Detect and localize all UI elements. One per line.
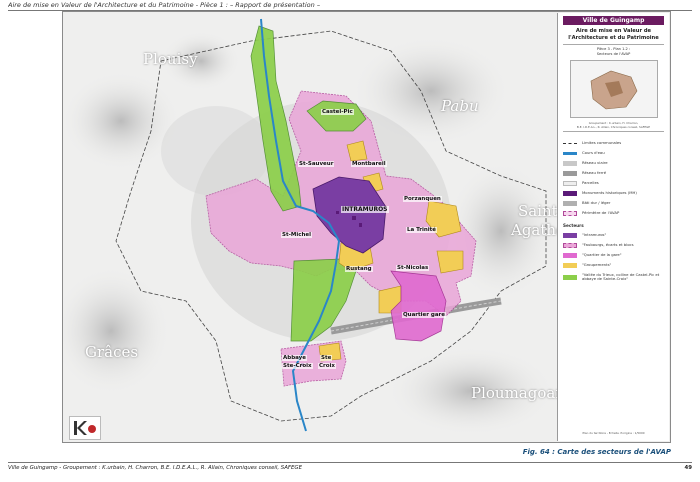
k-logo-icon	[74, 421, 96, 435]
legend-swatch	[563, 242, 577, 248]
legend-label: Bâti dur / léger	[582, 200, 611, 206]
legend-item: Parcelles	[563, 178, 664, 188]
map-canvas	[63, 12, 558, 442]
legend-subtitle: Aire de mise en Valeur de	[575, 28, 652, 34]
sector-label: Abbaye	[282, 355, 307, 361]
legend-credit: B.E. I.D.E.A.L., R. Allain, Chroniques c…	[576, 124, 651, 129]
sector-label: Ste-Croix	[282, 363, 313, 369]
page-header: Aire de mise en Valeur de l'Architecture…	[8, 1, 692, 11]
locator-map-icon	[570, 61, 657, 117]
legend-scale: Plan du territoire - Echelle d'origine :…	[582, 431, 645, 435]
logo	[69, 416, 101, 440]
sector-label: La Trinité	[406, 227, 438, 233]
legend-sector: "Faubourgs, écarts et blocs	[563, 240, 664, 250]
sector-label: St-Michel	[281, 232, 313, 238]
legend-item: Périmètre de l'AVAP	[563, 208, 664, 218]
legend-swatch	[563, 190, 577, 196]
sector-label: St-Nicolas	[396, 265, 430, 271]
legend-panel: Ville de Guingamp Aire de mise en Valeur…	[557, 13, 669, 441]
sector-label: St-Sauveur	[298, 161, 335, 167]
legend-label: "Quartier de la gare"	[582, 252, 622, 258]
legend-label: Réseau viaire	[582, 160, 608, 166]
legend-sector: "Vallée du Trieux, colline de Castel-Pic…	[563, 270, 664, 284]
legend-label: "Intramuros"	[582, 232, 607, 238]
legend-item: Cours d'eau	[563, 148, 664, 158]
page-number: 49	[684, 465, 692, 471]
page-footer: Ville de Guingamp - Groupement : K.urbai…	[8, 462, 692, 471]
legend-item: Bâti dur / léger	[563, 198, 664, 208]
legend-swatch	[563, 142, 577, 144]
locator-map	[569, 60, 658, 118]
legend-subtitle: l'Architecture et du Patrimoine	[568, 34, 659, 41]
footer-text: Ville de Guingamp - Groupement : K.urbai…	[8, 465, 303, 471]
legend-swatch	[563, 274, 577, 280]
legend-swatch	[563, 151, 577, 155]
legend-sector: "Quartier de la gare"	[563, 250, 664, 260]
sector-label: Porzanquen	[403, 196, 442, 202]
sector-label: Montbareil	[351, 161, 387, 167]
sector-groupement	[436, 250, 464, 274]
monument-marker	[352, 216, 356, 220]
legend-label: Cours d'eau	[582, 150, 605, 156]
legend-label: Parcelles	[582, 180, 599, 186]
legend-swatch	[563, 252, 577, 258]
sector-label: Quartier gare	[402, 312, 446, 318]
sector-label: INTRAMUROS	[341, 206, 389, 213]
legend-label: Limites communales	[582, 140, 622, 146]
legend-swatch	[563, 232, 577, 238]
place-label: Plouisy	[143, 50, 198, 68]
legend-label: Périmètre de l'AVAP	[582, 210, 620, 216]
legend-item: Limites communales	[563, 138, 664, 148]
legend-label: "Faubourgs, écarts et blocs	[582, 242, 634, 248]
legend-item: Monuments historiques (MH)	[563, 188, 664, 198]
sector-gare	[390, 270, 447, 342]
legend-label: Réseau ferré	[582, 170, 607, 176]
place-label: Ploumagoar	[471, 384, 563, 402]
legend-sectors-title: Secteurs	[563, 223, 584, 229]
legend-item: Réseau ferré	[563, 168, 664, 178]
legend-sector: "Intramuros"	[563, 230, 664, 240]
legend-label: "Vallée du Trieux, colline de Castel-Pic…	[582, 272, 660, 282]
figure-caption: Fig. 64 : Carte des secteurs de l'AVAP	[522, 448, 671, 456]
place-label: Grâces	[85, 343, 139, 361]
sector-label: Rustang	[345, 266, 373, 272]
legend-swatch	[563, 170, 577, 176]
place-label: Pabu	[441, 97, 479, 115]
legend-swatch	[563, 200, 577, 206]
legend-swatch	[563, 180, 577, 186]
sector-label: Croix	[318, 363, 336, 369]
legend-swatch	[563, 210, 577, 216]
sector-label: Castel-Pic	[321, 109, 354, 115]
legend-swatch	[563, 160, 577, 166]
legend-title: Ville de Guingamp	[563, 16, 664, 25]
sector-label: Ste	[320, 355, 333, 361]
monument-marker	[359, 223, 362, 227]
monument-marker	[336, 211, 339, 214]
legend-sector: "Groupements"	[563, 260, 664, 270]
legend-label: "Groupements"	[582, 262, 612, 268]
legend-piece: Secteurs de l'AVAP	[596, 51, 631, 56]
legend-item: Réseau viaire	[563, 158, 664, 168]
legend-label: Monuments historiques (MH)	[582, 190, 637, 196]
legend-swatch	[563, 262, 577, 268]
place-label: Saint	[518, 202, 558, 220]
